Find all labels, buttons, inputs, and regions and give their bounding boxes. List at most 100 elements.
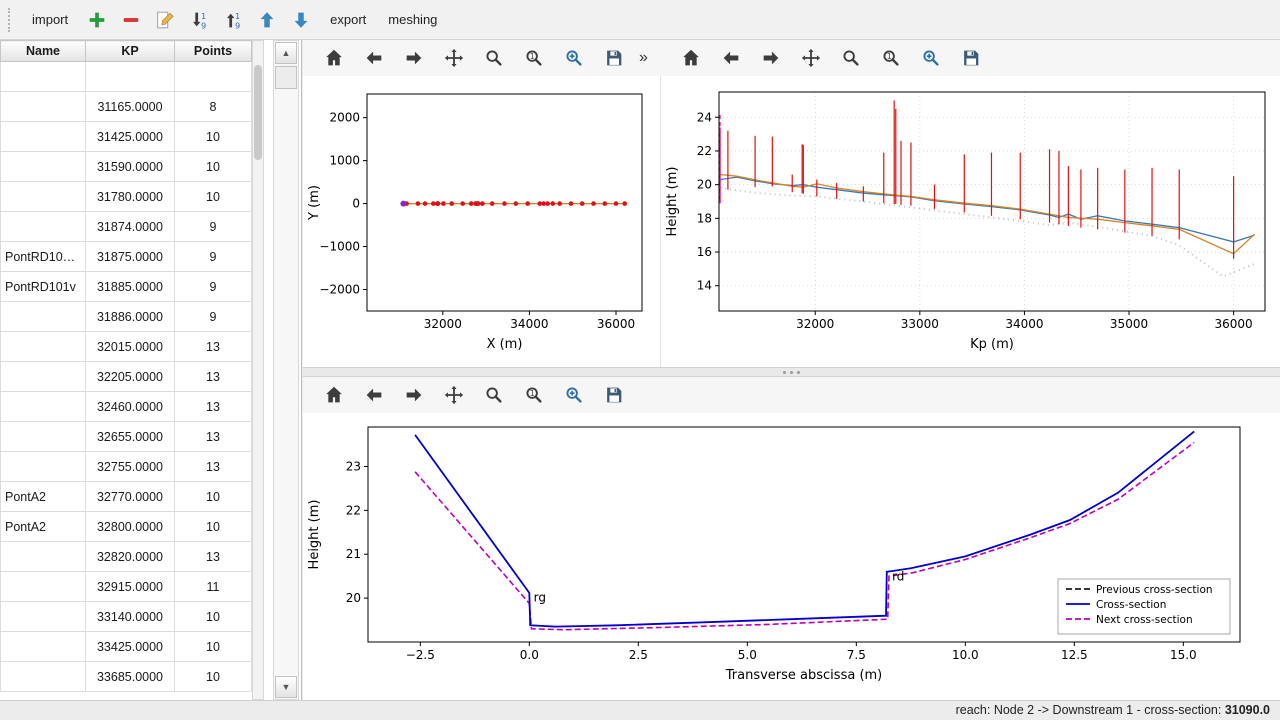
panel-scrollbar-thumb[interactable] (275, 66, 297, 89)
table-row[interactable]: 33685.000010 (1, 662, 252, 692)
zoom-button[interactable] (477, 43, 511, 73)
table-row[interactable]: 31165.00008 (1, 92, 252, 122)
cross-sections-table: Name KP Points 31090.0000831165.00008314… (0, 40, 252, 692)
cell-name (1, 392, 86, 422)
save-icon (960, 47, 982, 69)
forward-button[interactable] (754, 43, 788, 73)
table-row[interactable]: 32460.000013 (1, 392, 252, 422)
zoom-plus-button[interactable] (557, 43, 591, 73)
move-down-button[interactable] (285, 4, 317, 36)
edit-button[interactable] (149, 4, 181, 36)
table-row[interactable]: PontRD10…31875.00009 (1, 242, 252, 272)
save-button[interactable] (597, 380, 631, 410)
cross-section-plot[interactable]: −2.50.02.55.07.510.012.515.020212223Tran… (303, 413, 1280, 700)
cell-kp: 33140.0000 (86, 602, 175, 632)
cell-kp: 32655.0000 (86, 422, 175, 452)
table-header-row: Name KP Points (1, 41, 252, 62)
export-button[interactable]: export (321, 7, 375, 32)
cell-name (1, 212, 86, 242)
zoom-plus-icon (563, 384, 585, 406)
meshing-button[interactable]: meshing (379, 7, 446, 32)
cell-kp: 32800.0000 (86, 512, 175, 542)
svg-text:X (m): X (m) (487, 337, 523, 352)
horizontal-splitter[interactable] (303, 367, 1280, 377)
home-button[interactable] (674, 43, 708, 73)
table-row[interactable]: 31874.00009 (1, 212, 252, 242)
zoom-one-button[interactable] (517, 380, 551, 410)
zoom-plus-button[interactable] (914, 43, 948, 73)
save-button[interactable] (954, 43, 988, 73)
table-row[interactable]: 31780.000010 (1, 182, 252, 212)
mpl-toolbar (303, 380, 631, 410)
table-row[interactable]: PontA232770.000010 (1, 482, 252, 512)
panel-scrollbar[interactable]: ▲ ▼ (273, 40, 299, 700)
table-row[interactable]: 33425.000010 (1, 632, 252, 662)
scroll-down-button[interactable]: ▼ (275, 676, 297, 698)
back-button[interactable] (357, 43, 391, 73)
toolbar-drag-handle[interactable] (8, 8, 15, 32)
svg-text:−2000: −2000 (319, 283, 360, 297)
table-row[interactable]: PontA232800.000010 (1, 512, 252, 542)
forward-button[interactable] (397, 43, 431, 73)
table-row[interactable]: PontRD101v31885.00009 (1, 272, 252, 302)
toolbar-overflow-chevron[interactable]: » (639, 49, 648, 67)
table-row[interactable]: 31425.000010 (1, 122, 252, 152)
pan-button[interactable] (794, 43, 828, 73)
back-button[interactable] (357, 380, 391, 410)
home-button[interactable] (317, 43, 351, 73)
forward-button[interactable] (397, 380, 431, 410)
save-icon (603, 47, 625, 69)
sort-descending-icon (188, 9, 210, 31)
table-row[interactable]: 32755.000013 (1, 452, 252, 482)
add-button[interactable] (81, 4, 113, 36)
cell-points: 10 (175, 662, 252, 692)
cell-name (1, 452, 86, 482)
zoom-button[interactable] (477, 380, 511, 410)
svg-text:32000: 32000 (796, 317, 834, 331)
column-header-points[interactable]: Points (175, 41, 252, 62)
svg-text:7.5: 7.5 (847, 648, 866, 662)
zoom-button[interactable] (834, 43, 868, 73)
zoom-plus-button[interactable] (557, 380, 591, 410)
column-header-kp[interactable]: KP (86, 41, 175, 62)
table-scrollbar[interactable] (252, 40, 264, 700)
cell-name: PontA2 (1, 512, 86, 542)
cell-points: 10 (175, 632, 252, 662)
table-row[interactable]: 32205.000013 (1, 362, 252, 392)
sort-ascending-button[interactable] (217, 4, 249, 36)
home-button[interactable] (317, 380, 351, 410)
table-row[interactable]: 32015.000013 (1, 332, 252, 362)
move-up-button[interactable] (251, 4, 283, 36)
remove-button[interactable] (115, 4, 147, 36)
cell-name (1, 572, 86, 602)
table-row[interactable]: 32915.000011 (1, 572, 252, 602)
column-header-name[interactable]: Name (1, 41, 86, 62)
trajectory-plot[interactable]: 320003400036000−2000−1000010002000X (m)Y… (303, 76, 660, 367)
cell-points: 9 (175, 212, 252, 242)
cell-points: 10 (175, 182, 252, 212)
pan-button[interactable] (437, 380, 471, 410)
cell-kp: 32820.0000 (86, 542, 175, 572)
import-button[interactable]: import (23, 7, 77, 32)
table-row[interactable]: 31590.000010 (1, 152, 252, 182)
scroll-up-button[interactable]: ▲ (275, 42, 297, 64)
cell-kp: 32915.0000 (86, 572, 175, 602)
zoom-icon (840, 47, 862, 69)
sort-descending-button[interactable] (183, 4, 215, 36)
table-row[interactable]: 32820.000013 (1, 542, 252, 572)
save-button[interactable] (597, 43, 631, 73)
home-icon (323, 47, 345, 69)
cross-section-table-body: 31090.0000831165.0000831425.00001031590.… (1, 62, 252, 692)
table-row[interactable]: 31090.00008 (1, 62, 252, 92)
zoom-one-button[interactable] (874, 43, 908, 73)
back-button[interactable] (714, 43, 748, 73)
pan-button[interactable] (437, 43, 471, 73)
zoom-one-button[interactable] (517, 43, 551, 73)
table-scrollbar-thumb[interactable] (254, 65, 262, 160)
table-row[interactable]: 32655.000013 (1, 422, 252, 452)
longitudinal-profile-plot[interactable]: 3200033000340003500036000141618202224Kp … (660, 76, 1280, 367)
pan-icon (443, 384, 465, 406)
pan-icon (800, 47, 822, 69)
table-row[interactable]: 31886.00009 (1, 302, 252, 332)
table-row[interactable]: 33140.000010 (1, 602, 252, 632)
